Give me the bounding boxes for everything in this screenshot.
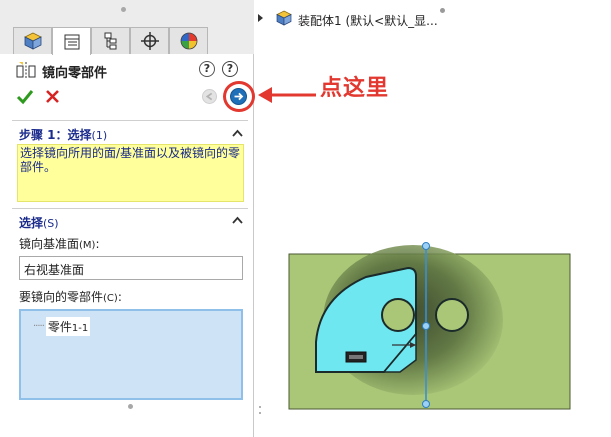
components-to-mirror-list[interactable]: ····· 零件1-1 bbox=[19, 309, 243, 400]
app-window: 镜向零部件 ? ? 步骤 1：选择(1) 选择镜向所用的面/基准面以及被镜向的零… bbox=[0, 0, 611, 437]
tab-dimxpert-manager[interactable] bbox=[130, 27, 169, 54]
components-to-mirror-label: 要镜向的零部件(C): bbox=[19, 290, 122, 304]
help-icon[interactable]: ? bbox=[222, 61, 238, 77]
divider bbox=[12, 120, 248, 121]
mirror-components-icon bbox=[16, 62, 36, 78]
assembly-tree-root[interactable]: 装配体1 (默认<默认_显... bbox=[298, 12, 438, 29]
tree-icon bbox=[104, 32, 116, 50]
crosshair-icon bbox=[140, 32, 159, 50]
cube-icon bbox=[23, 32, 42, 50]
check-icon[interactable] bbox=[16, 88, 34, 106]
assembly-icon bbox=[276, 10, 292, 26]
x-icon[interactable] bbox=[45, 89, 60, 104]
tree-expand-icon[interactable] bbox=[258, 14, 263, 22]
tab-display-manager[interactable] bbox=[169, 27, 208, 54]
next-arrow-icon[interactable] bbox=[230, 88, 247, 105]
divider bbox=[12, 208, 248, 209]
hole-right bbox=[435, 298, 469, 332]
help-whats-new-icon[interactable]: ? bbox=[199, 61, 215, 77]
mirror-plane-label: 镜向基准面(M): bbox=[19, 237, 100, 251]
hole-left bbox=[381, 298, 415, 332]
manager-tab-bar bbox=[0, 0, 254, 55]
viewport-handle[interactable] bbox=[440, 8, 445, 13]
annotation-label: 点这里 bbox=[320, 76, 390, 101]
list-icon bbox=[64, 34, 79, 49]
chevron-up-icon[interactable] bbox=[232, 216, 243, 224]
back-arrow-icon[interactable] bbox=[202, 89, 217, 104]
tab-feature-manager[interactable] bbox=[13, 27, 52, 54]
step1-message: 选择镜向所用的面/基准面以及被镜向的零部件。 bbox=[17, 144, 244, 202]
splitter-handle[interactable] bbox=[258, 404, 262, 416]
mirror-plane-field[interactable]: 右视基准面 bbox=[19, 256, 243, 280]
chevron-up-icon[interactable] bbox=[232, 129, 243, 137]
step1-title[interactable]: 步骤 1：选择(1) bbox=[19, 126, 107, 143]
model-view[interactable] bbox=[288, 242, 572, 412]
property-manager-title: 镜向零部件 bbox=[42, 66, 108, 81]
panel-resize-grip[interactable] bbox=[128, 404, 133, 409]
panel-resize-grip[interactable] bbox=[121, 7, 126, 12]
list-item[interactable]: ····· 零件1-1 bbox=[33, 317, 91, 336]
tree-connector: ····· bbox=[33, 321, 45, 332]
color-pie-icon bbox=[180, 32, 197, 50]
property-manager-panel: 镜向零部件 ? ? 步骤 1：选择(1) 选择镜向所用的面/基准面以及被镜向的零… bbox=[0, 0, 255, 437]
annotation-arrow-icon bbox=[258, 87, 316, 103]
tab-configuration-manager[interactable] bbox=[91, 27, 130, 54]
selections-title[interactable]: 选择(S) bbox=[19, 214, 59, 231]
component-name: 零件1-1 bbox=[45, 317, 91, 336]
tab-property-manager[interactable] bbox=[52, 27, 91, 55]
